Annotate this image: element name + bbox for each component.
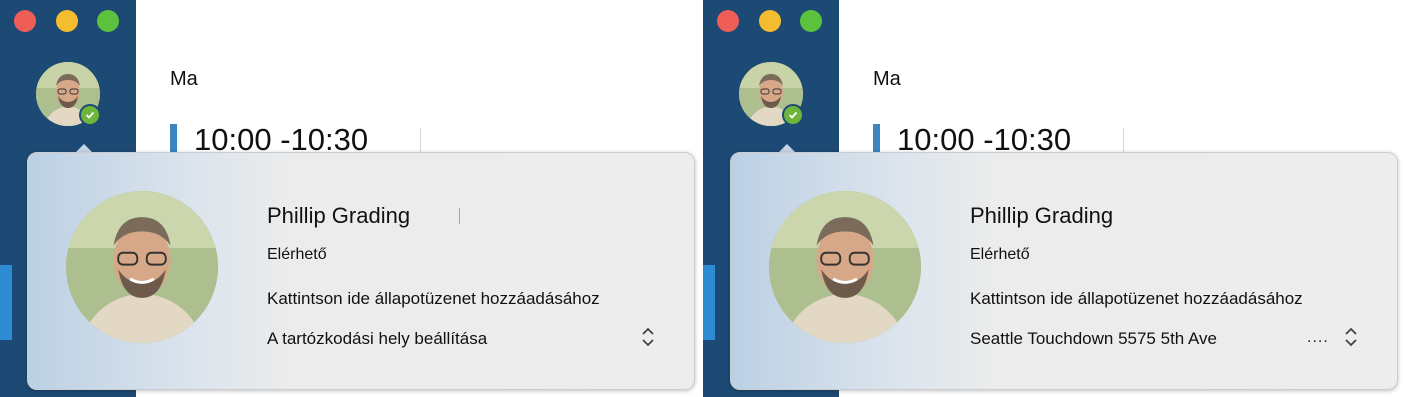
minimize-icon[interactable] bbox=[759, 10, 781, 32]
presence-status[interactable]: Elérhető bbox=[970, 246, 1030, 264]
minimize-icon[interactable] bbox=[56, 10, 78, 32]
selected-nav-indicator bbox=[703, 265, 715, 340]
zoom-icon[interactable] bbox=[800, 10, 822, 32]
location-field[interactable]: A tartózkodási hely beállítása bbox=[267, 329, 487, 349]
status-message-field[interactable]: Kattintson ide állapotüzenet hozzáadásáh… bbox=[970, 289, 1303, 309]
app-window-left: Ma 10:00 -10:30 Phillip Grading Elérhető… bbox=[0, 0, 700, 397]
presence-badge bbox=[79, 104, 101, 126]
close-icon[interactable] bbox=[717, 10, 739, 32]
zoom-icon[interactable] bbox=[97, 10, 119, 32]
chevron-up-down-icon[interactable] bbox=[638, 325, 658, 349]
today-label: Ma bbox=[873, 68, 901, 90]
event-divider bbox=[420, 128, 421, 154]
contact-name: Phillip Grading bbox=[970, 203, 1114, 228]
checkmark-icon bbox=[85, 111, 95, 119]
contact-card-popover: Phillip Grading Elérhető Kattintson ide … bbox=[730, 152, 1398, 390]
close-icon[interactable] bbox=[14, 10, 36, 32]
contact-name: Phillip Grading bbox=[267, 203, 411, 228]
event-divider bbox=[1123, 128, 1124, 154]
text-cursor bbox=[459, 208, 460, 224]
checkmark-icon bbox=[788, 111, 798, 119]
event-color-bar bbox=[873, 124, 880, 154]
contact-photo bbox=[769, 191, 921, 343]
contact-photo bbox=[66, 191, 218, 343]
contact-card-popover: Phillip Grading Elérhető Kattintson ide … bbox=[27, 152, 695, 390]
chevron-up-down-icon[interactable] bbox=[1341, 325, 1361, 349]
status-message-field[interactable]: Kattintson ide állapotüzenet hozzáadásáh… bbox=[267, 289, 600, 309]
location-field[interactable]: Seattle Touchdown 5575 5th Ave bbox=[970, 329, 1217, 349]
selected-nav-indicator bbox=[0, 265, 12, 340]
presence-status[interactable]: Elérhető bbox=[267, 246, 327, 264]
app-window-right: Ma 10:00 -10:30 Phillip Grading Elérhető… bbox=[703, 0, 1403, 397]
event-color-bar bbox=[170, 124, 177, 154]
presence-badge bbox=[782, 104, 804, 126]
location-more: .... bbox=[1307, 329, 1329, 346]
today-label: Ma bbox=[170, 68, 198, 90]
